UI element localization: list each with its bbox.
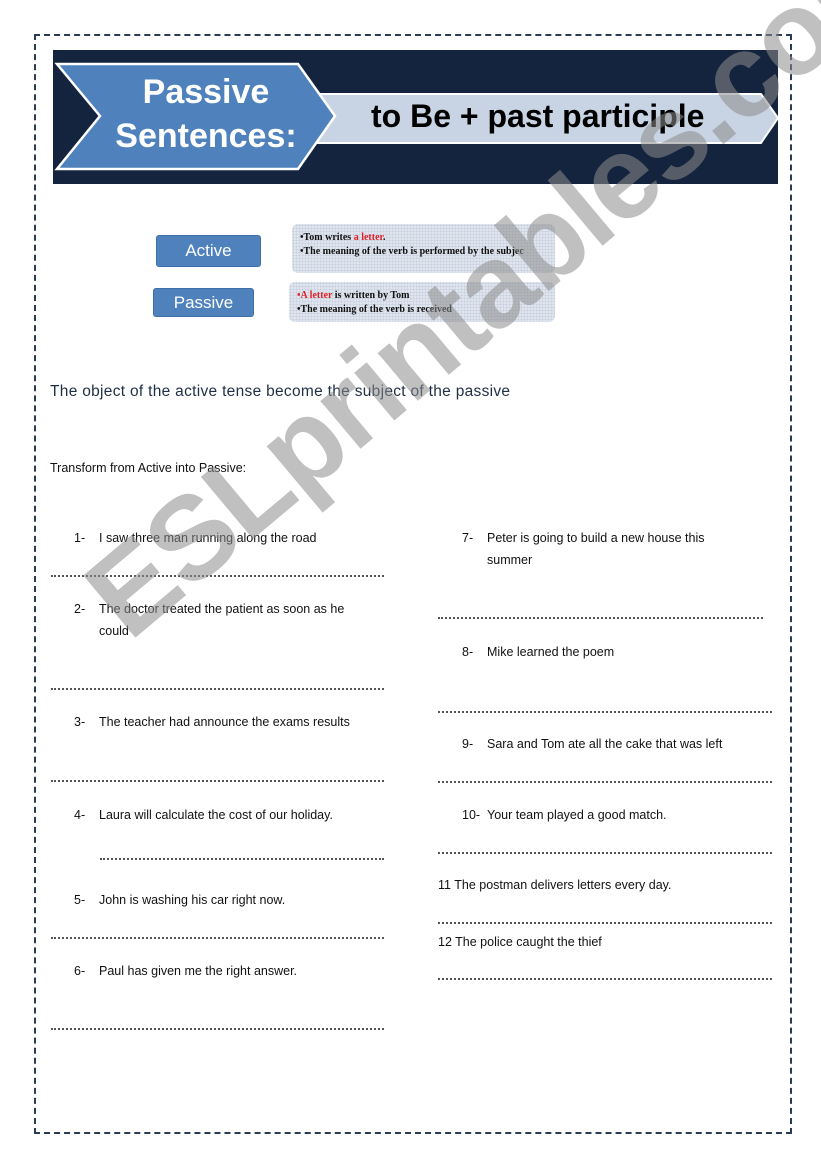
banner-formula: to Be + past participle bbox=[371, 98, 705, 134]
banner-title-line1: Passive bbox=[142, 73, 270, 111]
answer-line[interactable] bbox=[438, 922, 772, 924]
passive-highlight: A letter bbox=[300, 290, 333, 301]
exercise-item: 2- The doctor treated the patient as soon… bbox=[74, 602, 345, 638]
active-highlight: a letter bbox=[353, 232, 384, 243]
exercise-item: 7- Peter is going to build a new house th… bbox=[462, 531, 705, 567]
answer-line[interactable] bbox=[51, 937, 384, 939]
passive-meaning: •The meaning of the verb is received bbox=[297, 304, 452, 315]
answer-line[interactable] bbox=[438, 711, 772, 713]
answer-line[interactable] bbox=[51, 780, 384, 782]
active-definition-box: •Tom writes a letter. •The meaning of th… bbox=[292, 224, 555, 273]
instruction: Transform from Active into Passive: bbox=[50, 461, 247, 475]
answer-line[interactable] bbox=[100, 858, 384, 860]
banner-title: Passive Sentences: bbox=[111, 70, 301, 158]
exercise-item: 8- Mike learned the poem bbox=[462, 645, 615, 659]
answer-line[interactable] bbox=[51, 688, 384, 690]
answer-line[interactable] bbox=[438, 781, 772, 783]
exercise-item: 12 The police caught the thief bbox=[438, 935, 602, 949]
exercise-item: 10- Your team played a good match. bbox=[462, 808, 667, 822]
answer-line[interactable] bbox=[438, 617, 763, 619]
title-banner: Passive Sentences: to Be + past particip… bbox=[53, 50, 778, 184]
active-example: •Tom writes a letter. bbox=[300, 232, 386, 243]
exercise-item: 4- Laura will calculate the cost of our h… bbox=[74, 808, 333, 822]
answer-line[interactable] bbox=[51, 1028, 384, 1030]
answer-line[interactable] bbox=[438, 978, 772, 980]
passive-example: •A letter is written by Tom bbox=[297, 290, 410, 301]
passive-label: Passive bbox=[153, 288, 254, 317]
exercise-item: 11 The postman delivers letters every da… bbox=[438, 878, 672, 892]
answer-line[interactable] bbox=[51, 575, 384, 577]
exercise-item: 3- The teacher had announce the exams res… bbox=[74, 715, 350, 729]
active-meaning: •The meaning of the verb is performed by… bbox=[300, 246, 524, 257]
active-label: Active bbox=[156, 235, 261, 267]
exercise-item: 9- Sara and Tom ate all the cake that was… bbox=[462, 737, 723, 751]
banner-title-line2: Sentences: bbox=[115, 117, 297, 155]
rule-heading: The object of the active tense become th… bbox=[50, 383, 511, 400]
answer-line[interactable] bbox=[438, 852, 772, 854]
passive-definition-box: •A letter is written by Tom •The meaning… bbox=[289, 282, 555, 322]
exercise-item: 6- Paul has given me the right answer. bbox=[74, 964, 298, 978]
exercise-item: 1- I saw three man running along the road bbox=[74, 531, 317, 545]
exercise-item: 5- John is washing his car right now. bbox=[74, 893, 286, 907]
